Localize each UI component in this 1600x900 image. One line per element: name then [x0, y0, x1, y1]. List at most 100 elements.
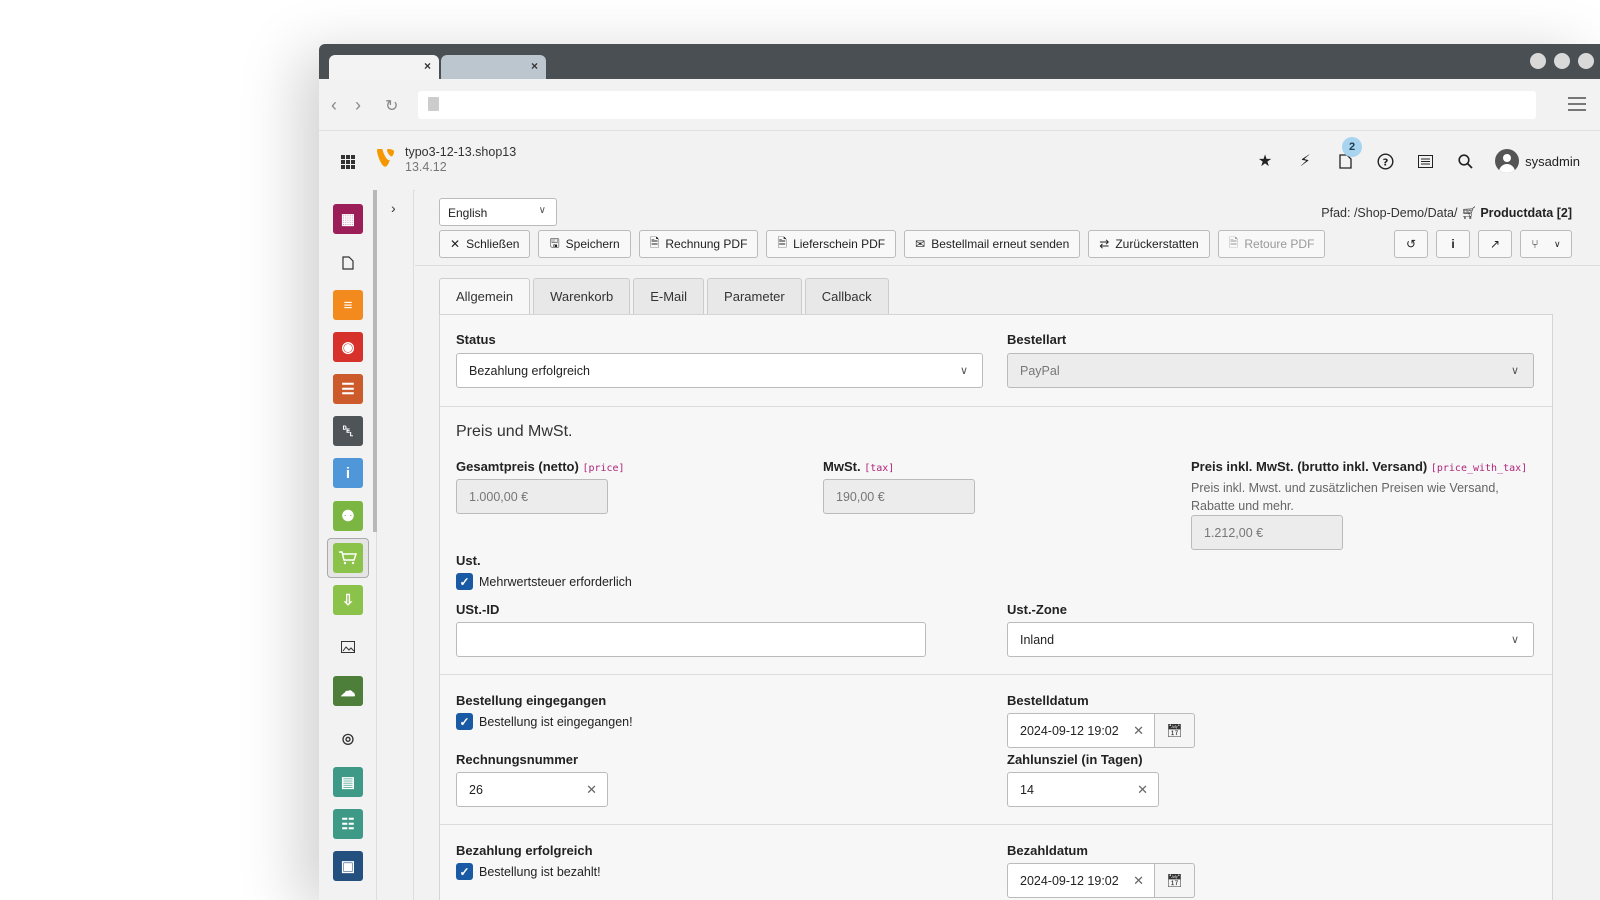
payment-term-input[interactable]: 14 ✕ [1007, 772, 1159, 807]
net-price-label: Gesamtpreis (netto) [price] [456, 459, 625, 474]
invoice-pdf-button[interactable]: 🗎︎ Rechnung PDF [638, 230, 759, 258]
invoice-number-value: 26 [469, 783, 483, 797]
search-icon[interactable] [1445, 149, 1485, 173]
tab-close-icon[interactable]: × [424, 59, 431, 73]
page-tree-toggle-column: › [377, 190, 414, 900]
resend-mail-button[interactable]: ✉ Bestellmail erneut senden [904, 230, 1081, 258]
tab-allgemein[interactable]: Allgemein [439, 278, 531, 314]
browser-tab-2[interactable]: × [441, 55, 546, 79]
action-buttons: ✕ Schließen 🖫︎ Speichern 🗎︎ Rechnung PDF 🗎︎… [439, 230, 1326, 258]
address-bar-row: ‹ › ↻ [319, 79, 1600, 131]
status-section: Status Bezahlung erfolgreich ∨ Bestellar… [440, 315, 1552, 407]
dashboard-module-icon[interactable]: ▦ [333, 204, 363, 234]
sites-module-icon[interactable]: ◎ [333, 723, 363, 753]
browser-menu-icon[interactable] [1568, 97, 1586, 115]
invoice-pdf-label: Rechnung PDF [665, 237, 748, 251]
maximize-button[interactable] [1554, 53, 1570, 69]
order-date-input[interactable]: 2024-09-12 19:02 ✕ [1007, 713, 1155, 748]
star-icon[interactable]: ★ [1245, 149, 1285, 173]
payment-paid-checkbox[interactable]: ✓ Bestellung ist bezahlt! [456, 863, 601, 880]
history-button[interactable]: ↺ [1394, 230, 1428, 258]
resend-mail-label: Bestellmail erneut senden [931, 237, 1070, 251]
records-module-icon[interactable]: ☰ [333, 374, 363, 404]
order-received-checkbox[interactable]: ✓ Bestellung ist eingegangen! [456, 713, 633, 730]
return-pdf-button[interactable]: 🗎︎ Retoure PDF [1217, 230, 1326, 258]
path-record: Productdata [2] [1480, 206, 1572, 220]
vat-required-checkbox[interactable]: ✓ Mehrwertsteuer erforderlich [456, 573, 632, 590]
list-icon[interactable] [1405, 149, 1445, 173]
info-icon: i [1451, 237, 1455, 251]
price-section-title: Preis und MwSt. [456, 423, 573, 440]
minimize-button[interactable] [1530, 53, 1546, 69]
checkmark-icon: ✓ [456, 863, 473, 880]
tab-warenkorb[interactable]: Warenkorb [533, 278, 631, 314]
layout-module-icon[interactable]: ▣ [333, 851, 363, 881]
template-module-icon[interactable]: ▤ [333, 767, 363, 797]
typo3-topbar: typo3-12-13.shop13 13.4.12 ★ ⚡︎ 2 ? sysa… [319, 131, 1600, 191]
open-new-window-button[interactable]: ↗ [1478, 230, 1512, 258]
clear-icon[interactable]: ✕ [586, 782, 597, 798]
users-module-icon[interactable]: ⚉ [333, 501, 363, 531]
info-module-icon[interactable]: i [333, 458, 363, 488]
refund-button[interactable]: ⇄ Zurückerstatten [1088, 230, 1210, 258]
close-icon: ✕ [450, 237, 461, 251]
status-select[interactable]: Bezahlung erfolgreich ∨ [456, 353, 983, 388]
forward-icon[interactable]: › [355, 95, 361, 116]
document-icon[interactable]: 2 [1325, 137, 1365, 173]
save-button[interactable]: 🖫︎ Speichern [538, 230, 631, 258]
gross-price-field[interactable]: 1.212,00 € [1191, 515, 1343, 550]
user-menu[interactable]: sysadmin [1495, 149, 1580, 173]
save-label: Speichern [565, 237, 620, 251]
invoice-number-input[interactable]: 26 ✕ [456, 772, 608, 807]
browser-tab-1[interactable]: × [329, 55, 439, 79]
language-value: English [448, 206, 488, 220]
calendar-icon[interactable]: 📅︎ [1155, 713, 1195, 748]
vat-id-label: USt.-ID [456, 602, 500, 617]
delivery-pdf-button[interactable]: 🗎︎ Lieferschein PDF [766, 230, 897, 258]
help-icon[interactable]: ? [1365, 149, 1405, 173]
vat-zone-select[interactable]: Inland ∨ [1007, 622, 1534, 657]
apps-icon[interactable] [341, 155, 355, 169]
close-label: Schließen [466, 237, 520, 251]
view-module-icon[interactable]: ◉ [333, 332, 363, 362]
back-icon[interactable]: ‹ [331, 95, 337, 116]
media-module-icon[interactable] [333, 632, 363, 662]
window-controls [1530, 53, 1594, 69]
list-module-icon[interactable]: ≡ [333, 290, 363, 320]
chevron-down-icon: ∨ [1553, 238, 1561, 249]
tab-callback[interactable]: Callback [804, 278, 889, 314]
language-select[interactable]: English ∨ [439, 198, 557, 226]
status-value: Bezahlung erfolgreich [469, 364, 590, 378]
reload-icon[interactable]: ↻ [385, 96, 398, 116]
chevron-right-icon[interactable]: › [391, 200, 396, 216]
delivery-pdf-label: Lieferschein PDF [793, 237, 886, 251]
config-module-icon[interactable]: ☷ [333, 809, 363, 839]
close-button[interactable]: ✕ Schließen [439, 230, 531, 258]
clear-icon[interactable]: ✕ [1137, 782, 1148, 798]
info-button[interactable]: i [1436, 230, 1470, 258]
vat-id-input[interactable] [456, 622, 926, 657]
share-button[interactable]: ⑂ ∨ [1520, 230, 1572, 258]
doc-header: English ∨ Pfad: /Shop-Demo/Data/ 🛒︎ Prod… [415, 190, 1600, 266]
close-window-button[interactable] [1578, 53, 1594, 69]
gross-price-description: Preis inkl. Mwst. und zusätzlichen Preis… [1191, 481, 1499, 513]
url-input[interactable] [418, 91, 1536, 119]
tab-parameter[interactable]: Parameter [707, 278, 802, 314]
import-module-icon[interactable]: ⇩ [333, 585, 363, 615]
payment-success-label: Bezahlung erfolgreich [456, 843, 593, 858]
net-price-field[interactable]: 1.000,00 € [456, 479, 608, 514]
cart-module-icon[interactable] [333, 543, 363, 573]
calendar-icon[interactable]: 📅︎ [1155, 863, 1195, 898]
tab-close-icon[interactable]: × [531, 59, 538, 73]
tax-field[interactable]: 190,00 € [823, 479, 975, 514]
order-type-select[interactable]: PayPal ∨ [1007, 353, 1534, 388]
page-module-icon[interactable] [333, 248, 363, 278]
cloud-module-icon[interactable]: ☁ [333, 676, 363, 706]
pay-date-input[interactable]: 2024-09-12 19:02 ✕ [1007, 863, 1155, 898]
tab-email[interactable]: E-Mail [633, 278, 705, 314]
clear-icon[interactable]: ✕ [1133, 723, 1144, 739]
recycler-module-icon[interactable]: ␡ [333, 416, 363, 446]
bolt-icon[interactable]: ⚡︎ [1285, 149, 1325, 173]
clear-icon[interactable]: ✕ [1133, 873, 1144, 889]
history-icon: ↺ [1405, 237, 1417, 251]
